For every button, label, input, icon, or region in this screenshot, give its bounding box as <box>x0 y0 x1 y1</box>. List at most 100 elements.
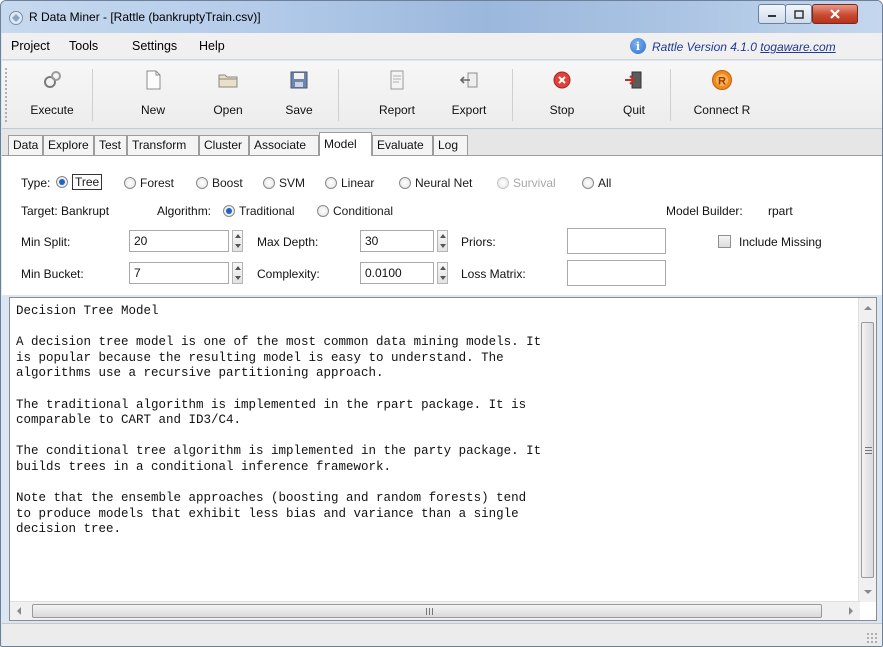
min-bucket-spinner[interactable] <box>232 262 243 284</box>
radio-button[interactable] <box>263 177 275 189</box>
complexity-input[interactable] <box>360 262 434 284</box>
type-radio-neural-net[interactable]: Neural Net <box>399 176 472 190</box>
horizontal-scrollbar[interactable] <box>10 601 860 620</box>
scroll-up-icon[interactable] <box>864 306 872 310</box>
type-radio-linear[interactable]: Linear <box>325 176 374 190</box>
menu-settings[interactable]: Settings <box>132 39 177 53</box>
connect-r-button[interactable]: R Connect R <box>685 65 759 125</box>
maximize-button[interactable] <box>785 4 812 24</box>
radio-button[interactable] <box>124 177 136 189</box>
scroll-left-icon[interactable] <box>17 607 21 615</box>
new-document-icon <box>146 70 161 90</box>
algorithm-radio-traditional[interactable]: Traditional <box>223 204 295 218</box>
toolbar: Execute New Open Save Report Export Stop… <box>2 61 882 129</box>
scroll-down-icon[interactable] <box>864 590 872 594</box>
save-label: Save <box>285 103 313 117</box>
tab-test[interactable]: Test <box>94 135 127 155</box>
title-bar[interactable]: R Data Miner - [Rattle (bankruptyTrain.c… <box>1 1 882 33</box>
menu-help[interactable]: Help <box>199 39 225 53</box>
scroll-right-icon[interactable] <box>849 607 853 615</box>
tab-log[interactable]: Log <box>433 135 468 155</box>
menu-project[interactable]: Project <box>11 39 50 53</box>
type-radio-forest[interactable]: Forest <box>124 176 174 190</box>
stop-label: Stop <box>549 103 575 117</box>
execute-icon <box>44 71 61 88</box>
maximize-icon <box>793 9 804 19</box>
minimize-button[interactable] <box>758 4 786 24</box>
menu-tools[interactable]: Tools <box>69 39 98 53</box>
r-logo-icon: R <box>712 70 732 90</box>
tab-transform[interactable]: Transform <box>127 135 199 155</box>
open-button[interactable]: Open <box>201 65 255 125</box>
include-missing-label[interactable]: Include Missing <box>739 235 822 249</box>
type-radio-boost[interactable]: Boost <box>196 176 243 190</box>
report-label: Report <box>378 103 416 117</box>
type-radio-all[interactable]: All <box>582 176 611 190</box>
radio-button[interactable] <box>223 205 235 217</box>
model-builder-value: rpart <box>768 204 793 218</box>
tab-evaluate[interactable]: Evaluate <box>372 135 433 155</box>
min-bucket-label: Min Bucket: <box>21 267 84 281</box>
stop-button[interactable]: Stop <box>535 65 589 125</box>
min-bucket-input[interactable] <box>129 262 229 284</box>
execute-button[interactable]: Execute <box>20 65 84 125</box>
info-icon: i <box>630 38 646 54</box>
resize-grip-icon[interactable] <box>866 632 878 644</box>
algorithm-radio-conditional[interactable]: Conditional <box>317 204 393 218</box>
toolbar-separator <box>338 69 339 121</box>
tab-data[interactable]: Data <box>8 135 43 155</box>
quit-button[interactable]: Quit <box>607 65 661 125</box>
tab-associate[interactable]: Associate <box>249 135 319 155</box>
radio-button[interactable] <box>399 177 411 189</box>
type-tree-label: Tree <box>72 174 103 190</box>
radio-button[interactable] <box>317 205 329 217</box>
loss-matrix-input[interactable] <box>567 260 666 286</box>
open-folder-icon <box>218 74 238 88</box>
type-forest-label: Forest <box>140 176 175 190</box>
connect-r-label: Connect R <box>693 103 751 117</box>
report-button[interactable]: Report <box>368 65 426 125</box>
toolbar-grip[interactable] <box>4 67 9 123</box>
close-button[interactable] <box>812 4 858 24</box>
type-boost-label: Boost <box>212 176 243 190</box>
report-icon <box>390 70 404 90</box>
max-depth-input[interactable] <box>360 230 434 252</box>
model-builder-label: Model Builder: <box>666 204 743 218</box>
output-text[interactable]: Decision Tree Model A decision tree mode… <box>16 304 851 594</box>
radio-button[interactable] <box>325 177 337 189</box>
type-neural-net-label: Neural Net <box>415 176 473 190</box>
max-depth-spinner[interactable] <box>437 230 448 252</box>
toolbar-separator <box>670 69 671 121</box>
algorithm-traditional-label: Traditional <box>239 204 295 218</box>
model-options-panel: Type: Tree Forest Boost SVM Linear Neura… <box>2 155 882 295</box>
complexity-spinner[interactable] <box>437 262 448 284</box>
type-all-label: All <box>598 176 612 190</box>
thumb-grip-icon <box>426 608 433 615</box>
horizontal-scroll-thumb[interactable] <box>32 604 822 618</box>
type-radio-svm[interactable]: SVM <box>263 176 305 190</box>
algorithm-label: Algorithm: <box>157 204 212 218</box>
radio-button[interactable] <box>196 177 208 189</box>
rattle-app-icon <box>9 11 23 25</box>
output-text-area[interactable]: Decision Tree Model A decision tree mode… <box>9 297 877 621</box>
tab-cluster[interactable]: Cluster <box>199 135 249 155</box>
min-split-label: Min Split: <box>21 235 71 249</box>
tab-explore[interactable]: Explore <box>43 135 94 155</box>
export-button[interactable]: Export <box>440 65 498 125</box>
include-missing-checkbox[interactable] <box>718 235 731 248</box>
vertical-scroll-thumb[interactable] <box>861 322 874 578</box>
radio-button[interactable] <box>582 177 594 189</box>
tab-model[interactable]: Model <box>319 132 372 156</box>
vertical-scrollbar[interactable] <box>858 298 876 602</box>
min-split-spinner[interactable] <box>232 230 243 252</box>
priors-label: Priors: <box>461 235 496 249</box>
type-survival-label: Survival <box>513 176 556 190</box>
togaware-link[interactable]: togaware.com <box>760 40 835 54</box>
save-button[interactable]: Save <box>272 65 326 125</box>
save-icon <box>290 71 308 89</box>
priors-input[interactable] <box>567 228 666 254</box>
radio-button[interactable] <box>56 176 68 188</box>
min-split-input[interactable] <box>129 230 229 252</box>
type-radio-tree[interactable]: Tree <box>56 174 103 190</box>
new-button[interactable]: New <box>126 65 180 125</box>
